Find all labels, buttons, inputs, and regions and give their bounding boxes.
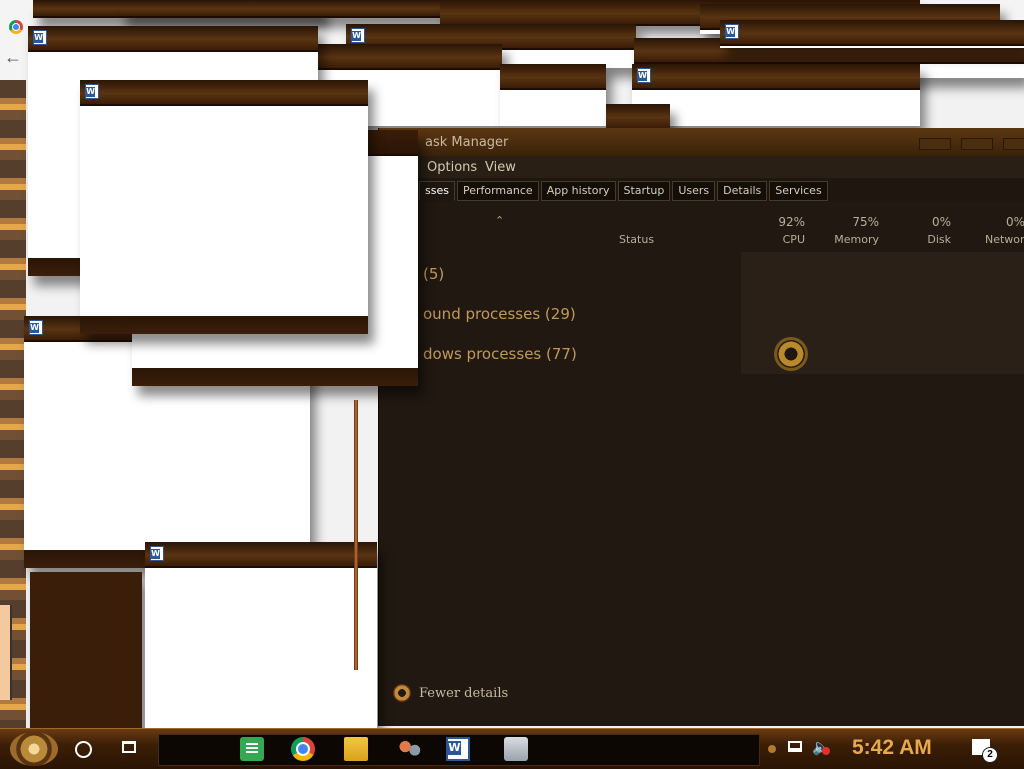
tab-startup[interactable]: Startup [617,181,671,201]
file-explorer-icon[interactable] [344,737,368,761]
task-manager-window: ask Manager Options View sses Performanc… [378,128,1024,726]
sheets-icon[interactable] [240,737,264,761]
start-button[interactable] [10,732,58,766]
cartoon-avatar-fragment [0,605,12,700]
window-title: ask Manager [425,135,509,150]
apps-group[interactable]: (5) [423,265,444,283]
muted-indicator-icon [822,747,830,755]
word-icon [725,24,739,39]
back-arrow-icon[interactable]: ← [4,48,22,66]
maximize-button[interactable] [961,138,993,150]
chrome-icon [9,20,23,34]
status-column-header[interactable]: Status [619,233,659,246]
menu-view[interactable]: View [485,160,516,175]
tab-services[interactable]: Services [769,181,828,201]
ghost-window [632,64,920,126]
word-icon [150,546,164,561]
word-icon [85,84,99,99]
fewer-details-icon[interactable] [393,684,411,702]
chrome-icon[interactable] [291,737,315,761]
tab-performance[interactable]: Performance [456,181,539,201]
tab-app-history[interactable]: App history [540,181,616,201]
cortana-search-icon[interactable] [75,741,92,758]
messaging-icon[interactable] [504,737,528,761]
tab-strip: sses Performance App history Startup Use… [419,181,828,201]
cpu-percent[interactable]: 92% [759,215,805,229]
word-icon [33,30,47,45]
word-icon[interactable] [446,737,470,761]
word-icon [637,68,651,83]
minimize-button[interactable] [919,138,951,150]
tab-processes[interactable]: sses [419,181,455,201]
memory-percent[interactable]: 75% [819,215,879,229]
tab-users[interactable]: Users [672,181,716,201]
disk-percent[interactable]: 0% [909,215,951,229]
ghost-window [145,542,377,728]
memory-column-header[interactable]: Memory [819,233,879,246]
ghost-window [500,64,606,126]
tab-details[interactable]: Details [717,181,768,201]
network-icon[interactable] [788,741,802,752]
windows-processes-group[interactable]: dows processes (77) [423,345,577,363]
background-processes-group[interactable]: ound processes (29) [423,305,576,323]
word-icon [29,320,43,335]
taskbar: 🔈 5:42 AM 2 [0,728,1024,769]
ghost-window [606,104,670,130]
close-button[interactable] [1003,138,1024,150]
clock[interactable]: 5:42 AM [852,736,932,760]
ghost-window [720,20,1024,48]
disk-column-header[interactable]: Disk [909,233,951,246]
sort-caret-icon[interactable]: ⌃ [495,214,504,227]
menu-options[interactable]: Options [427,160,477,175]
gear-icon [777,340,805,368]
fewer-details-link[interactable]: Fewer details [419,686,508,701]
task-view-icon[interactable] [122,741,136,753]
ghost-window [80,80,368,334]
ghost-window [30,572,142,728]
people-icon[interactable] [398,737,422,761]
tray-rivet [768,745,776,753]
word-icon [351,28,365,43]
notification-count: 2 [982,747,998,763]
steampunk-pipe [354,400,358,670]
cpu-column-header[interactable]: CPU [759,233,805,246]
title-bar[interactable]: ask Manager [379,128,1024,156]
network-column-header[interactable]: Network [985,233,1024,246]
network-percent[interactable]: 0% [969,215,1024,229]
